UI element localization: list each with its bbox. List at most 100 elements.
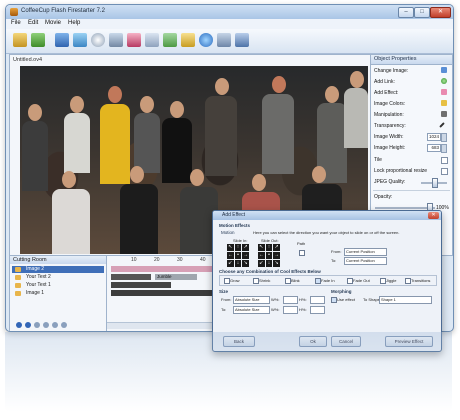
layer-text-icon — [15, 275, 21, 280]
minimize-button[interactable]: – — [398, 7, 414, 18]
fade-in-label: Fade In — [321, 278, 335, 283]
slide-in-label: Slide In: — [233, 238, 248, 243]
tile-label: Tile — [374, 157, 382, 163]
layer-text-icon — [15, 283, 21, 288]
manipulation-label: Manipulation: — [374, 112, 404, 118]
menu-edit[interactable]: Edit — [28, 20, 38, 26]
effects-row: Grow Shrink Blink Fade In Fade Out Jiggl… — [219, 275, 437, 286]
add-effect-label: Add Effect: — [374, 90, 399, 96]
image-height-input[interactable]: 683 — [427, 144, 441, 152]
image-icon[interactable] — [441, 67, 447, 73]
size-from-select[interactable]: Absolute Size — [233, 296, 270, 304]
stop-icon[interactable] — [25, 322, 31, 328]
motion-effects-heading: Motion Effects — [219, 223, 250, 228]
path-from-select[interactable]: Current Position — [344, 248, 387, 256]
timeline-row: Jumble — [107, 274, 217, 281]
export-icon[interactable] — [145, 33, 159, 47]
open-icon[interactable] — [13, 33, 27, 47]
from-label: From: — [331, 249, 342, 254]
timeline-clip[interactable] — [111, 274, 151, 280]
slide-in-direction-grid[interactable]: ↖ ↑ ↗ ← • → ↙ ↓ ↘ — [227, 244, 249, 267]
motion-description: Here you can select the direction you wa… — [253, 230, 400, 235]
sound-icon[interactable] — [109, 33, 123, 47]
toolbar — [6, 29, 453, 54]
cut-icon[interactable] — [34, 322, 40, 328]
layer-row[interactable]: Image 2 — [12, 266, 104, 273]
layer-image-icon — [15, 267, 21, 272]
cutting-room-header: Cutting Room — [10, 256, 106, 264]
effect-icon[interactable] — [441, 89, 447, 95]
grow-label: Grow — [230, 278, 240, 283]
globe-icon[interactable] — [441, 78, 447, 84]
cutting-room-title: Cutting Room — [13, 257, 47, 263]
crop-icon[interactable] — [441, 111, 447, 117]
slide-out-direction-grid[interactable]: ↖ ↑ ↗ ← • → ↙ ↓ ↘ — [258, 244, 280, 267]
shape-icon[interactable] — [91, 33, 105, 47]
layer-row[interactable]: Image 1 — [12, 290, 104, 297]
lock-proportional-checkbox[interactable] — [441, 168, 448, 175]
menu-file[interactable]: File — [11, 20, 21, 26]
window-reflection — [5, 332, 452, 412]
tile-checkbox[interactable] — [441, 157, 448, 164]
fade-out-label: Fade Out — [353, 278, 370, 283]
web-icon[interactable] — [199, 33, 213, 47]
dialog-close-button[interactable]: ✕ — [428, 212, 439, 219]
maximize-button[interactable]: □ — [414, 7, 430, 18]
to-label: To: — [331, 258, 337, 263]
settings-icon[interactable] — [217, 33, 231, 47]
menu-movie[interactable]: Movie — [45, 20, 61, 26]
close-button[interactable]: ✕ — [430, 7, 451, 18]
shrink-label: Shrink — [259, 278, 271, 283]
from-h-label: H%: — [299, 297, 307, 302]
height-spinner[interactable] — [441, 144, 447, 153]
tick-label: 40 — [200, 257, 206, 263]
text-icon[interactable] — [55, 33, 69, 47]
effect-icon[interactable] — [127, 33, 141, 47]
timeline-clip[interactable] — [111, 282, 171, 288]
layer-name: Your Text 1 — [26, 282, 51, 288]
size-heading: Size — [219, 289, 229, 294]
layer-image-icon — [15, 291, 21, 296]
menu-help[interactable]: Help — [68, 20, 80, 26]
upload-icon[interactable] — [235, 33, 249, 47]
from-w-input[interactable] — [283, 296, 298, 304]
image-width-input[interactable]: 1024 — [427, 133, 441, 141]
tick-label: 10 — [131, 257, 137, 263]
play-icon[interactable] — [16, 322, 22, 328]
width-spinner[interactable] — [441, 133, 447, 142]
publish-icon[interactable] — [181, 33, 195, 47]
from-h-input[interactable] — [310, 296, 325, 304]
file-tab[interactable]: Untitled.ov4 — [13, 57, 42, 63]
image-icon[interactable] — [73, 33, 87, 47]
jpeg-quality-slider[interactable] — [432, 178, 438, 188]
add-link-label: Add Link: — [374, 79, 395, 85]
paste-icon[interactable] — [52, 322, 58, 328]
palette-icon[interactable] — [441, 100, 447, 106]
to-shape-select[interactable]: Shape 1 — [379, 296, 432, 304]
layer-row[interactable]: Your Text 1 — [12, 282, 104, 289]
pen-icon[interactable] — [439, 122, 445, 128]
to-w-label: W%: — [271, 307, 280, 312]
copy-icon[interactable] — [43, 322, 49, 328]
to-h-input[interactable] — [310, 306, 325, 314]
cutting-room-panel: Cutting Room Image 2 Your Text 2 Your Te… — [9, 255, 107, 331]
to-w-input[interactable] — [283, 306, 298, 314]
add-effect-dialog: Add Effect ✕ Motion Effects Motion Here … — [212, 210, 442, 352]
path-checkbox[interactable] — [299, 250, 305, 256]
timeline-scrollbar[interactable] — [107, 322, 217, 329]
blink-label: Blink — [291, 278, 300, 283]
from-w-label: W%: — [271, 297, 280, 302]
app-logo-icon — [10, 8, 18, 16]
tick-label: 30 — [177, 257, 183, 263]
timeline-clip[interactable] — [111, 266, 215, 272]
layer-row[interactable]: Your Text 2 — [12, 274, 104, 281]
change-image-label: Change Image: — [374, 68, 409, 74]
timeline-clip-jumble[interactable]: Jumble — [155, 274, 197, 280]
path-to-select[interactable]: Current Position — [344, 257, 387, 265]
save-icon[interactable] — [31, 33, 45, 47]
size-to-select[interactable]: Absolute Size — [233, 306, 270, 314]
delete-icon[interactable] — [61, 322, 67, 328]
preview-icon[interactable] — [163, 33, 177, 47]
layer-name: Image 2 — [26, 266, 45, 272]
timeline-clip[interactable] — [111, 290, 215, 296]
